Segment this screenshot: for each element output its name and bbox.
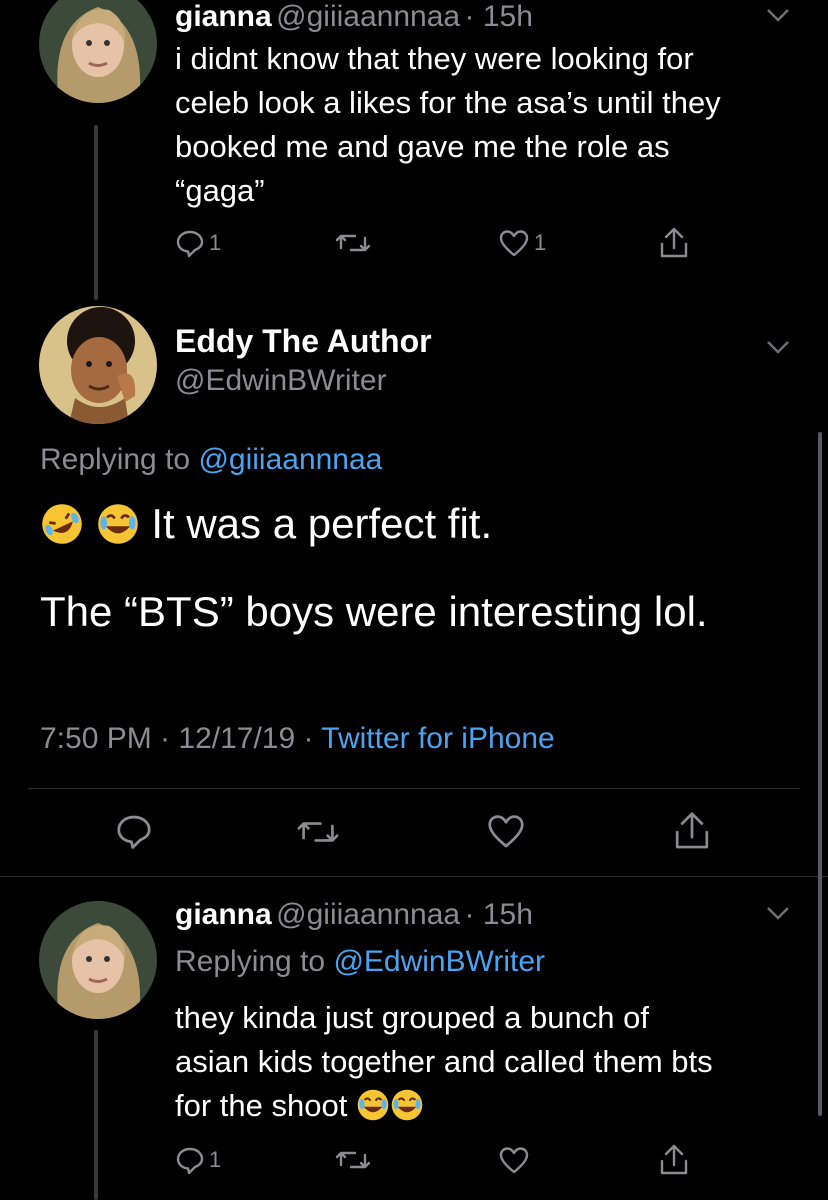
joy-emoji bbox=[357, 1089, 389, 1121]
chevron-down-icon[interactable] bbox=[766, 8, 790, 22]
tweet-text: they kinda just grouped a bunch of asian… bbox=[175, 1000, 713, 1123]
share-icon bbox=[660, 227, 688, 258]
heart-icon bbox=[499, 1147, 529, 1174]
retweet-icon bbox=[335, 1151, 371, 1169]
rofl-emoji bbox=[42, 504, 82, 544]
tweet-time: · 15h bbox=[464, 0, 533, 33]
replying-to: Replying to @EdwinBWriter bbox=[175, 945, 546, 978]
comment-icon bbox=[117, 815, 151, 849]
share-button[interactable] bbox=[658, 226, 690, 260]
chevron-down-icon[interactable] bbox=[766, 340, 790, 354]
author-handle[interactable]: @giiiaannnaa bbox=[276, 898, 460, 931]
like-button[interactable]: 1 bbox=[498, 228, 546, 258]
mention-link[interactable]: @EdwinBWriter bbox=[333, 945, 545, 978]
retweet-button[interactable] bbox=[296, 814, 340, 850]
author-handle[interactable]: @EdwinBWriter bbox=[175, 364, 432, 398]
reply-count: 1 bbox=[209, 230, 222, 255]
divider bbox=[28, 788, 800, 789]
retweet-button[interactable] bbox=[335, 228, 371, 258]
author-name[interactable]: gianna bbox=[175, 898, 272, 931]
main-tweet-line1: It was a perfect fit. bbox=[40, 500, 492, 548]
tweet-meta: 7:50 PM · 12/17/19 · Twitter for iPhone bbox=[40, 722, 555, 756]
comment-icon bbox=[176, 1147, 204, 1175]
scrollbar[interactable] bbox=[818, 432, 822, 1116]
reply-button[interactable]: 1 bbox=[175, 228, 221, 258]
reply-button[interactable]: 1 bbox=[175, 1145, 221, 1175]
heart-icon bbox=[488, 815, 524, 848]
share-button[interactable] bbox=[658, 1143, 690, 1177]
joy-emoji bbox=[391, 1089, 423, 1121]
like-button[interactable] bbox=[498, 1145, 530, 1175]
tweet-time: · 15h bbox=[464, 898, 533, 931]
tweet-text: i didnt know that they were looking for … bbox=[175, 41, 721, 208]
retweet-button[interactable] bbox=[335, 1145, 371, 1175]
timestamp: 7:50 PM · 12/17/19 · bbox=[40, 722, 322, 755]
author-name[interactable]: gianna bbox=[175, 0, 272, 33]
comment-icon bbox=[176, 230, 204, 258]
chevron-down-icon[interactable] bbox=[766, 906, 790, 920]
share-button[interactable] bbox=[672, 810, 712, 852]
divider bbox=[0, 876, 828, 877]
avatar-gianna[interactable] bbox=[39, 901, 157, 1019]
like-count: 1 bbox=[534, 230, 547, 255]
main-tweet-line2: The “BTS” boys were interesting lol. bbox=[40, 588, 708, 635]
share-icon bbox=[660, 1144, 688, 1175]
like-button[interactable] bbox=[486, 812, 526, 850]
reply-count: 1 bbox=[209, 1147, 222, 1172]
author-handle[interactable]: @giiiaannnaa bbox=[276, 0, 460, 33]
share-icon bbox=[675, 812, 709, 849]
thread-line bbox=[94, 1030, 98, 1200]
replying-to: Replying to @giiiaannnaa bbox=[40, 443, 383, 476]
avatar-eddy[interactable] bbox=[39, 306, 157, 424]
source-link[interactable]: Twitter for iPhone bbox=[321, 722, 554, 755]
heart-icon bbox=[499, 230, 529, 257]
mention-link[interactable]: @giiiaannnaa bbox=[198, 443, 382, 476]
author-name[interactable]: Eddy The Author bbox=[175, 323, 432, 360]
retweet-icon bbox=[335, 234, 371, 252]
thread-line bbox=[94, 125, 98, 300]
avatar-gianna[interactable] bbox=[39, 0, 157, 103]
reply-button[interactable] bbox=[115, 812, 153, 850]
retweet-icon bbox=[297, 822, 339, 842]
joy-emoji bbox=[97, 504, 138, 544]
